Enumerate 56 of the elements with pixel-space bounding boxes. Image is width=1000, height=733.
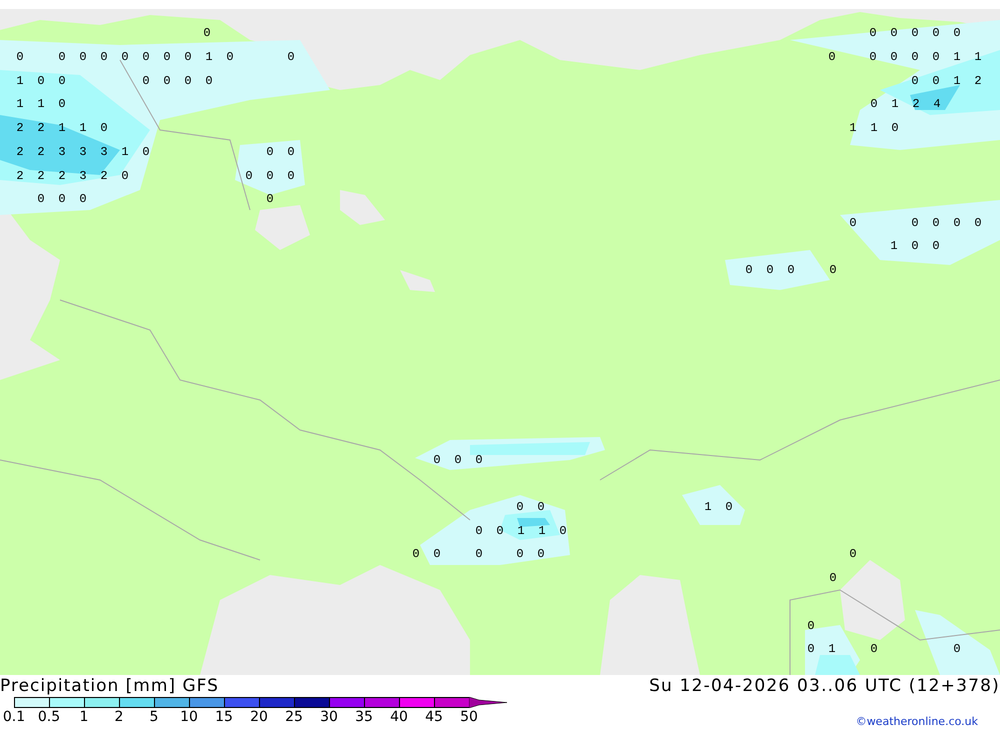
precipitation-value: 0 0 0: [745, 264, 795, 276]
precipitation-value: 1 0 0: [890, 240, 940, 252]
precipitation-value: 0 0 0: [37, 193, 87, 205]
legend-label: 5: [150, 709, 158, 725]
precipitation-value: 0: [829, 264, 837, 276]
precipitation-value: 0: [953, 643, 961, 655]
precipitation-value: 0 0 1 2: [911, 75, 982, 87]
precipitation-value: 0 0 0 0: [911, 217, 982, 229]
precipitation-value: 1 0: [704, 501, 733, 513]
forecast-datetime: Su 12-04-2026 03..06 UTC (12+378): [649, 676, 1000, 696]
legend-label: 2: [114, 709, 124, 725]
chart-title: Precipitation [mm] GFS: [0, 676, 219, 696]
legend-label: 15: [215, 709, 233, 725]
legend-label: 1: [80, 709, 88, 725]
precipitation-value: 0 1: [807, 643, 836, 655]
precipitation-value: 0 0: [516, 548, 545, 560]
legend-label: 25: [285, 709, 303, 725]
precipitation-value: 0: [287, 51, 295, 63]
precipitation-value: 0 0: [266, 146, 295, 158]
precipitation-value: 0: [807, 620, 815, 632]
credit-link[interactable]: ©weatheronline.co.uk: [856, 715, 978, 728]
precipitation-value: 0 0 0 0 0 0 0 1 0: [58, 51, 234, 63]
precipitation-value: 0: [475, 548, 483, 560]
precipitation-value: 1 0 0: [16, 75, 66, 87]
precipitation-value: 0: [829, 572, 837, 584]
precipitation-value: 0 0 0 0 0: [869, 27, 961, 39]
legend-label: 35: [355, 709, 373, 725]
precipitation-value: 2 2 2 3 2 0: [16, 170, 129, 182]
precipitation-value: 0: [870, 643, 878, 655]
precipitation-value: 0: [849, 217, 857, 229]
precipitation-value: 0 0: [516, 501, 545, 513]
legend-label: 50: [460, 709, 478, 725]
precipitation-value: 0: [16, 51, 24, 63]
precipitation-value: 0 0 0 0: [142, 75, 213, 87]
precipitation-value: 0 0 0 0 1 1: [869, 51, 982, 63]
precipitation-value: 0 0 0: [245, 170, 295, 182]
legend-label: 30: [320, 709, 338, 725]
precipitation-value: 0: [266, 193, 274, 205]
precipitation-value: 2 2 1 1 0: [16, 122, 108, 134]
legend-arrow-icon: [469, 697, 507, 708]
legend-label: 0.5: [38, 709, 60, 725]
legend-label: 20: [250, 709, 268, 725]
precipitation-value: 0: [849, 548, 857, 560]
legend-label: 0.1: [2, 709, 26, 725]
precipitation-value: 1 1 0: [16, 98, 66, 110]
precipitation-value: 0 0 0: [433, 454, 483, 466]
precipitation-value: 0: [203, 27, 211, 39]
legend-label: 45: [425, 709, 443, 725]
legend-label: 10: [180, 709, 198, 725]
precipitation-value: 1 1 0: [849, 122, 899, 134]
precipitation-value: 0 0 1 1 0: [475, 525, 567, 537]
precipitation-value: 0: [828, 51, 836, 63]
legend-label: 40: [390, 709, 408, 725]
precipitation-value: 0 0: [412, 548, 441, 560]
precipitation-value: 0 1 2 4: [870, 98, 941, 110]
precipitation-value: 2 2 3 3 3 1 0: [16, 146, 150, 158]
